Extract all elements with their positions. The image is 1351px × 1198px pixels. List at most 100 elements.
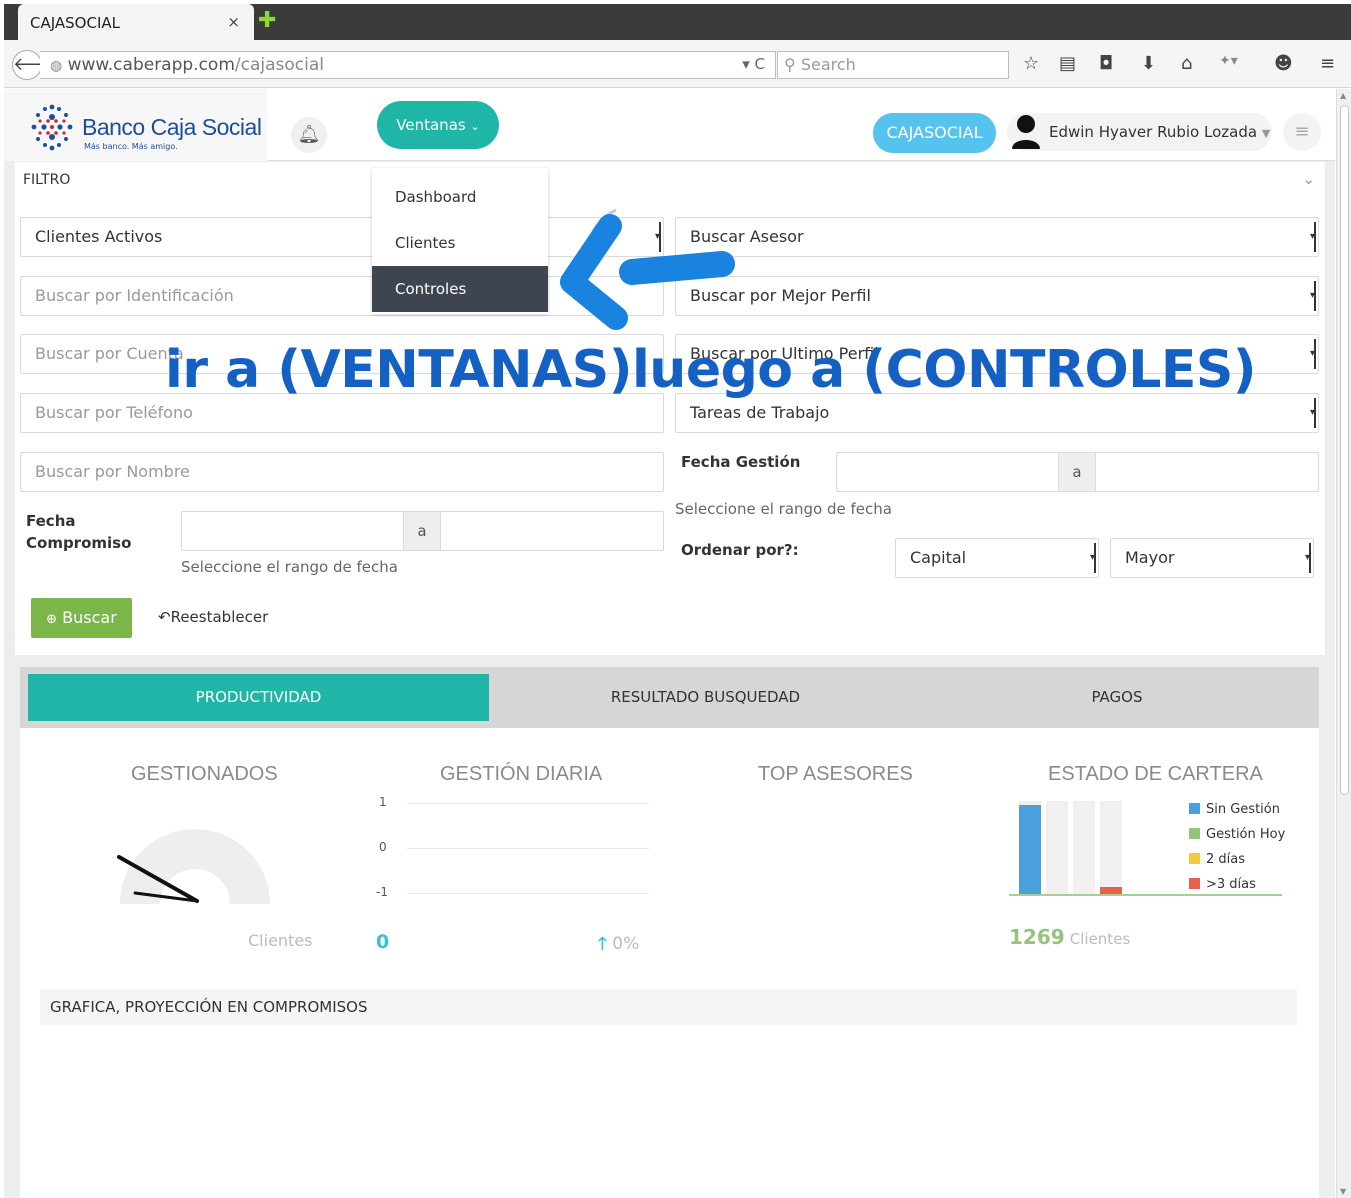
tutorial-arrow-icon — [560, 208, 735, 330]
chat-icon[interactable]: ☻ — [1274, 53, 1293, 74]
nombre-input[interactable]: Buscar por Nombre — [20, 452, 664, 492]
fecha-gestion-help: Seleccione el rango de fecha — [675, 500, 892, 518]
fecha-gestion-label: Fecha Gestión — [681, 453, 801, 471]
ventanas-dropdown-button[interactable]: Ventanas ⌄ — [377, 101, 499, 149]
ventanas-menu: Dashboard Clientes Controles — [372, 168, 548, 314]
legend-label: >3 días — [1206, 877, 1256, 892]
tab-title: CAJASOCIAL — [30, 14, 120, 32]
select-arrow-icon — [1306, 335, 1316, 373]
tareas-value: Tareas de Trabajo — [690, 403, 830, 422]
ordenar-dir-value: Mayor — [1125, 548, 1175, 567]
scroll-down-icon[interactable]: ▼ — [1340, 1187, 1346, 1196]
ordenar-campo-value: Capital — [910, 548, 967, 567]
legend-item: Sin Gestión — [1189, 802, 1280, 817]
menu-item-controles[interactable]: Controles — [372, 266, 548, 312]
browser-tab[interactable]: CAJASOCIAL × — [18, 4, 254, 40]
select-arrow-icon — [1086, 539, 1096, 577]
gestion-diaria-value: 0 — [376, 931, 390, 953]
address-bar[interactable]: ◍ www.caberapp.com/cajasocial ▾ C — [40, 51, 776, 79]
ordenar-campo-select[interactable]: Capital — [895, 538, 1099, 578]
gestion-diaria-change-value: 0% — [612, 934, 640, 954]
x-axis-line — [1009, 894, 1282, 896]
scroll-up-icon[interactable]: ▲ — [1340, 91, 1346, 100]
bar--3-d-as — [1100, 886, 1122, 894]
tab-resultado-busquedad[interactable]: RESULTADO BUSQUEDAD — [489, 674, 922, 721]
clientes-select-value: Clientes Activos — [35, 227, 163, 246]
bar-sin-gesti-n — [1019, 805, 1041, 894]
page-scrollbar[interactable]: ▲ ▼ — [1336, 89, 1351, 1198]
hamburger-menu-icon[interactable]: ≡ — [1283, 113, 1321, 151]
mejor-perfil-select[interactable]: Buscar por Mejor Perfil — [675, 276, 1319, 316]
y-tick-label: -1 — [376, 885, 388, 899]
fecha-gestion-start[interactable] — [836, 452, 1060, 492]
tab-close-icon[interactable]: × — [227, 13, 240, 31]
browser-menu-icon[interactable]: ≡ — [1320, 53, 1335, 74]
menu-item-dashboard[interactable]: Dashboard — [372, 174, 548, 220]
fecha-compromiso-label-line1: Fecha — [26, 512, 76, 530]
fecha-compromiso-end[interactable] — [440, 511, 664, 551]
legend-item: >3 días — [1189, 877, 1256, 892]
bell-icon[interactable]: 🔔︎ — [291, 117, 327, 153]
gestionados-title: GESTIONADOS — [131, 763, 278, 785]
select-arrow-icon — [1301, 539, 1311, 577]
gridline — [407, 893, 649, 894]
tab-pagos[interactable]: PAGOS — [922, 674, 1312, 721]
arrow-up-icon: 🡑 — [598, 934, 607, 954]
download-icon[interactable]: ⬇ — [1141, 53, 1156, 74]
reestablecer-label: Reestablecer — [170, 608, 269, 626]
estado-cartera-total: 1269 Clientes — [1009, 925, 1130, 949]
ventanas-label: Ventanas — [396, 116, 466, 134]
chevron-down-icon[interactable]: ⌄ — [1302, 170, 1315, 188]
reload-icon[interactable]: C — [755, 55, 765, 73]
user-menu[interactable]: Edwin Hyaver Rubio Lozada ▼ — [1007, 113, 1272, 151]
asesor-select[interactable]: Buscar Asesor — [675, 217, 1319, 257]
browser-search-input[interactable]: ⚲ Search — [777, 51, 1009, 79]
legend-swatch — [1189, 803, 1200, 814]
reading-list-icon[interactable]: ▤ — [1059, 53, 1076, 74]
undo-icon: ↶ — [158, 608, 171, 626]
gridline — [407, 803, 649, 804]
legend-label: Gestión Hoy — [1206, 827, 1286, 842]
globe-icon: ◍ — [50, 58, 63, 74]
chevron-down-icon: ⌄ — [470, 120, 480, 133]
stats-panel: PRODUCTIVIDAD RESULTADO BUSQUEDAD PAGOS … — [20, 667, 1319, 1198]
fecha-compromiso-label: Fecha Compromiso — [26, 512, 131, 552]
back-arrow-icon[interactable]: 🡐 — [12, 50, 61, 80]
url-domain: www.caberapp.com — [67, 55, 235, 75]
tutorial-annotation: ir a (VENTANAS)luego a (CONTROLES) — [165, 340, 1257, 400]
logo[interactable]: Banco Caja Social Más banco. Más amigo. — [4, 89, 267, 161]
logo-tagline: Más banco. Más amigo. — [84, 142, 178, 151]
legend-swatch — [1189, 853, 1200, 864]
fecha-compromiso-help: Seleccione el rango de fecha — [181, 558, 398, 576]
browser-tab-bar: CAJASOCIAL × ✚ — [0, 0, 1351, 42]
app-header: Banco Caja Social Más banco. Más amigo. … — [4, 89, 1335, 161]
pocket-icon[interactable]: ◘ — [1099, 53, 1113, 74]
scroll-thumb[interactable] — [1340, 105, 1349, 795]
y-tick-label: 0 — [379, 840, 387, 854]
browser-nav-bar: 🡐 ◍ www.caberapp.com/cajasocial ▾ C ⚲ Se… — [4, 40, 1351, 88]
bar-background — [1046, 801, 1068, 894]
dropdown-icon[interactable]: ▾ — [742, 55, 750, 73]
gestionados-unit: Clientes — [248, 931, 313, 950]
legend-swatch — [1189, 828, 1200, 839]
extension-icon[interactable]: ✦▾ — [1219, 53, 1238, 69]
bookmark-star-icon[interactable]: ☆ — [1023, 53, 1039, 74]
gestion-diaria-change: 🡑 0% — [598, 931, 639, 960]
ordenar-dir-select[interactable]: Mayor — [1110, 538, 1314, 578]
gestionados-gauge — [117, 829, 270, 904]
legend-item: 2 días — [1189, 852, 1245, 867]
fecha-compromiso-start[interactable] — [181, 511, 405, 551]
select-arrow-icon — [1306, 218, 1316, 256]
menu-item-clientes[interactable]: Clientes — [372, 220, 548, 266]
date-separator: a — [1058, 452, 1096, 492]
legend-swatch — [1189, 878, 1200, 889]
new-tab-icon[interactable]: ✚ — [258, 10, 276, 32]
reestablecer-button[interactable]: ↶Reestablecer — [158, 608, 268, 626]
home-icon[interactable]: ⌂ — [1181, 53, 1192, 74]
org-badge[interactable]: CAJASOCIAL — [873, 113, 996, 153]
select-arrow-icon — [1306, 277, 1316, 315]
buscar-button[interactable]: ⊕ Buscar — [31, 598, 132, 638]
fecha-gestion-end[interactable] — [1095, 452, 1319, 492]
tab-productividad[interactable]: PRODUCTIVIDAD — [28, 674, 489, 721]
legend-label: Sin Gestión — [1206, 802, 1280, 817]
